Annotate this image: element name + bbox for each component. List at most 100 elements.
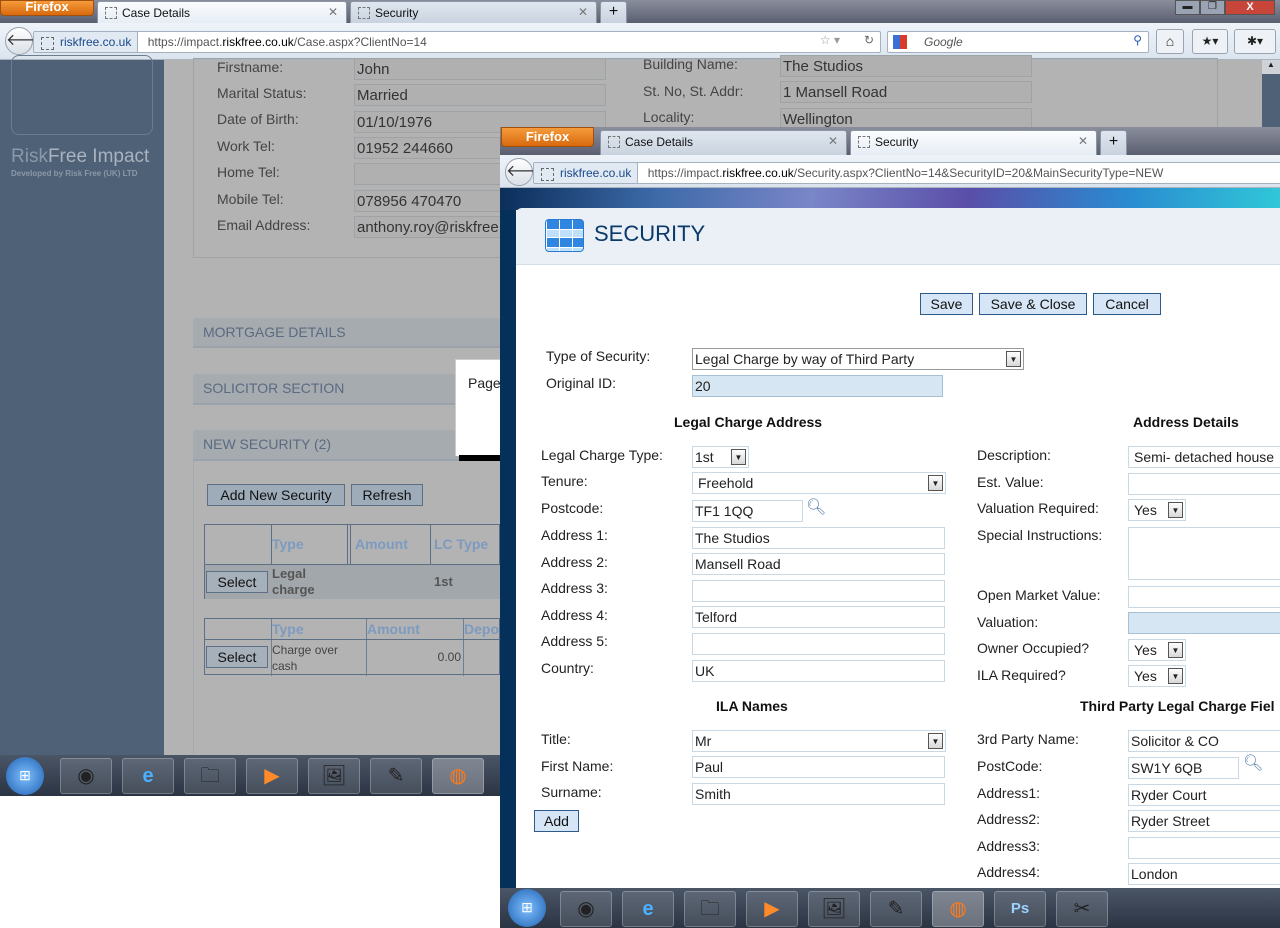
input-third-address4[interactable]: London xyxy=(1128,863,1280,885)
search-box[interactable]: Google ⚲ xyxy=(887,31,1149,53)
explorer-icon[interactable]: 🗀 xyxy=(684,891,736,927)
back-tab-case-details[interactable]: Case Details ✕ xyxy=(97,1,347,23)
bookmarks-button[interactable]: ★▾ xyxy=(1192,29,1228,54)
input-ila-first-name[interactable]: Paul xyxy=(692,756,945,778)
firefox-icon[interactable]: ◍ xyxy=(432,758,484,794)
cancel-button[interactable]: Cancel xyxy=(1093,293,1161,315)
snipping-tool-icon[interactable]: ✂ xyxy=(1056,891,1108,927)
input-country[interactable]: UK xyxy=(692,660,945,682)
input-description[interactable]: Semi- detached house xyxy=(1128,446,1280,468)
section-solicitor[interactable]: SOLICITOR SECTION xyxy=(193,374,500,405)
input-address5[interactable] xyxy=(692,633,945,655)
dropdown-arrow-icon[interactable]: ▼ xyxy=(1168,668,1183,684)
t1-header-amount[interactable]: Amount xyxy=(355,536,408,552)
media-player-icon[interactable]: ▶ xyxy=(746,891,798,927)
google-icon[interactable] xyxy=(893,35,907,49)
select-legal-charge-type[interactable]: 1st ▼ xyxy=(692,446,749,468)
t2-header-type[interactable]: Type xyxy=(272,621,304,637)
front-tab-case-details[interactable]: Case Details ✕ xyxy=(600,130,847,155)
site-identity[interactable]: riskfree.co.uk xyxy=(534,163,639,183)
chrome-icon[interactable]: ◉ xyxy=(560,891,612,927)
front-back-button[interactable]: 🡐 xyxy=(505,158,549,186)
input-ila-surname[interactable]: Smith xyxy=(692,783,945,805)
photo-viewer-icon[interactable]: 🖼 xyxy=(808,891,860,927)
firefox-icon[interactable]: ◍ xyxy=(932,891,984,927)
section-new-security[interactable]: NEW SECURITY (2) xyxy=(193,430,500,461)
front-firefox-menu-button[interactable]: Firefox xyxy=(501,127,594,147)
input-marital[interactable]: Married xyxy=(354,84,606,106)
photo-viewer-icon[interactable]: 🖼 xyxy=(308,758,360,794)
select-valuation-required[interactable]: Yes ▼ xyxy=(1128,499,1186,521)
t2-select-button[interactable]: Select xyxy=(206,646,268,668)
front-new-tab-button[interactable]: + xyxy=(1100,130,1127,155)
dropdown-arrow-icon[interactable]: ▼ xyxy=(1006,351,1021,367)
textarea-special-instructions[interactable] xyxy=(1128,527,1280,580)
input-postcode[interactable]: TF1 1QQ xyxy=(692,500,803,522)
refresh-button[interactable]: Refresh xyxy=(351,484,423,506)
visual-studio-icon[interactable]: ✎ xyxy=(370,758,422,794)
input-street[interactable]: 1 Mansell Road xyxy=(780,81,1032,103)
input-third-address3[interactable] xyxy=(1128,837,1280,859)
explorer-icon[interactable]: 🗀 xyxy=(184,758,236,794)
close-tab-icon[interactable]: ✕ xyxy=(1078,134,1088,148)
input-address2[interactable]: Mansell Road xyxy=(692,553,945,575)
close-tab-icon[interactable]: ✕ xyxy=(328,5,338,19)
select-ila-required[interactable]: Yes ▼ xyxy=(1128,665,1186,687)
minimize-button[interactable]: ▬ xyxy=(1175,0,1200,15)
visual-studio-icon[interactable]: ✎ xyxy=(870,891,922,927)
media-player-icon[interactable]: ▶ xyxy=(246,758,298,794)
search-icon[interactable]: ⚲ xyxy=(1133,33,1142,47)
back-firefox-menu-button[interactable]: Firefox xyxy=(0,0,94,16)
section-mortgage-details[interactable]: MORTGAGE DETAILS xyxy=(193,318,500,348)
photoshop-icon[interactable]: Ps xyxy=(994,891,1046,927)
dropdown-arrow-icon[interactable]: ▼ xyxy=(928,475,943,491)
site-identity[interactable]: riskfree.co.uk xyxy=(34,32,139,52)
input-building-name[interactable]: The Studios xyxy=(780,55,1032,77)
close-tab-icon[interactable]: ✕ xyxy=(828,134,838,148)
chrome-icon[interactable]: ◉ xyxy=(60,758,112,794)
addon-button[interactable]: ✱▾ xyxy=(1234,29,1276,54)
select-tenure[interactable]: Freehold ▼ xyxy=(692,472,946,494)
close-window-button[interactable]: X xyxy=(1225,0,1275,15)
select-type-of-security[interactable]: Legal Charge by way of Third Party ▼ xyxy=(692,348,1024,370)
ie-icon[interactable]: e xyxy=(622,891,674,927)
t2-header-deposit[interactable]: Depo xyxy=(464,621,499,637)
start-button[interactable]: ⊞ xyxy=(6,757,44,795)
save-close-button[interactable]: Save & Close xyxy=(979,293,1087,315)
t1-header-lc-type[interactable]: LC Type xyxy=(434,536,488,552)
input-third-postcode[interactable]: SW1Y 6QB xyxy=(1128,757,1239,779)
third-postcode-lookup-icon[interactable]: 🔍︎ xyxy=(1243,753,1263,773)
select-ila-title[interactable]: Mr ▼ xyxy=(692,730,946,752)
input-third-address1[interactable]: Ryder Court xyxy=(1128,784,1280,806)
ie-icon[interactable]: e xyxy=(122,758,174,794)
dropdown-arrow-icon[interactable]: ▼ xyxy=(1168,642,1183,658)
add-new-security-button[interactable]: Add New Security xyxy=(207,484,345,506)
t1-select-button[interactable]: Select xyxy=(206,571,268,593)
postcode-lookup-icon[interactable]: 🔍︎ xyxy=(806,497,826,517)
front-tab-security[interactable]: Security ✕ xyxy=(850,130,1097,155)
t1-header-type[interactable]: Type xyxy=(272,536,304,552)
dropdown-arrow-icon[interactable]: ▼ xyxy=(928,733,943,749)
save-button[interactable]: Save xyxy=(920,293,973,315)
dropdown-arrow-icon[interactable]: ▼ xyxy=(731,449,746,465)
back-tab-security[interactable]: Security ✕ xyxy=(350,1,597,23)
input-address1[interactable]: The Studios xyxy=(692,527,945,549)
input-address4[interactable]: Telford xyxy=(692,606,945,628)
front-address-bar[interactable]: riskfree.co.uk https://impact.riskfree.c… xyxy=(533,162,1280,184)
input-address3[interactable] xyxy=(692,580,945,602)
input-est-value[interactable] xyxy=(1128,473,1280,495)
close-tab-icon[interactable]: ✕ xyxy=(578,5,588,19)
start-button[interactable]: ⊞ xyxy=(508,889,546,927)
bookmark-star-icon[interactable]: ☆ ▾ xyxy=(820,33,840,47)
input-third-party-name[interactable]: Solicitor & CO xyxy=(1128,730,1280,752)
t2-header-amount[interactable]: Amount xyxy=(367,621,420,637)
dropdown-arrow-icon[interactable]: ▼ xyxy=(1168,502,1183,518)
input-firstname[interactable]: John xyxy=(354,58,606,80)
select-owner-occupied[interactable]: Yes ▼ xyxy=(1128,639,1186,661)
back-address-bar[interactable]: riskfree.co.uk https://impact.riskfree.c… xyxy=(33,31,881,53)
input-third-address2[interactable]: Ryder Street xyxy=(1128,810,1280,832)
home-button[interactable]: ⌂ xyxy=(1156,29,1184,54)
back-button[interactable]: 🡐 xyxy=(5,27,49,55)
back-new-tab-button[interactable]: + xyxy=(600,1,627,23)
maximize-button[interactable]: ❐ xyxy=(1200,0,1225,15)
